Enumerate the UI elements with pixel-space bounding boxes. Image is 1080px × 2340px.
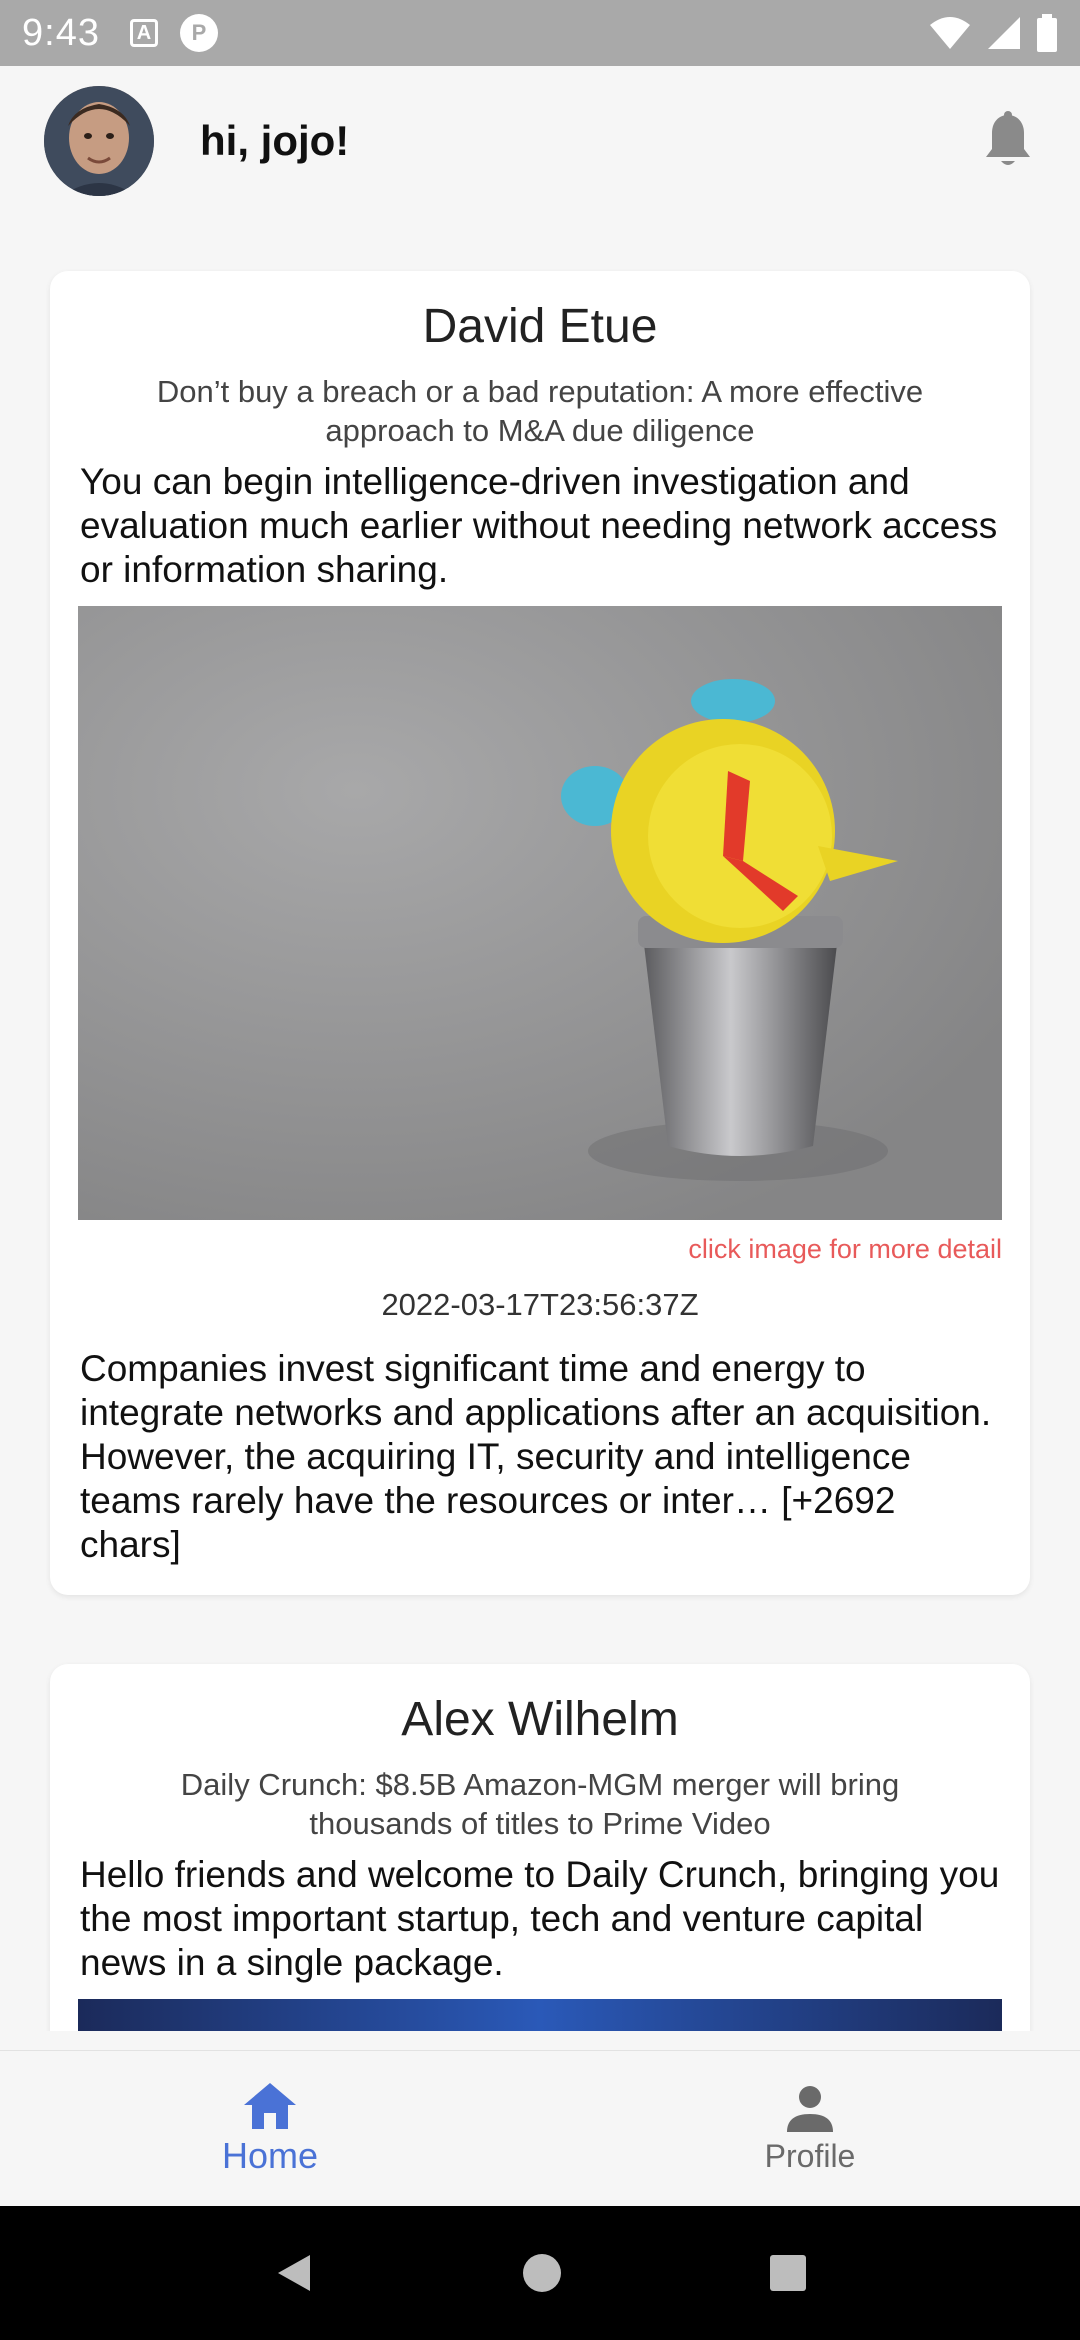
status-bar: 9:43 A P <box>0 0 1080 66</box>
person-icon <box>787 2085 833 2132</box>
battery-icon <box>1037 14 1057 52</box>
signal-icon <box>988 17 1020 49</box>
avatar-face <box>44 86 154 196</box>
article-description: You can begin intelligence-driven invest… <box>80 461 998 590</box>
article-title: Don’t buy a breach or a bad reputation: … <box>156 374 924 448</box>
article-card[interactable]: Alex Wilhelm Daily Crunch: $8.5B Amazon-… <box>50 1664 1030 2031</box>
article-image[interactable] <box>78 606 1002 1220</box>
greeting-text: hi, jojo! <box>200 117 350 164</box>
article-author: David Etue <box>422 300 658 353</box>
article-author: Alex Wilhelm <box>401 1693 679 1746</box>
tab-profile-label: Profile <box>764 2137 856 2174</box>
article-description: Hello friends and welcome to Daily Crunc… <box>80 1854 1000 1983</box>
clock-trash-illustration <box>78 606 1002 1220</box>
news-feed[interactable]: David Etue Don’t buy a breach or a bad r… <box>0 216 1080 2031</box>
app-header: hi, jojo! <box>0 66 1080 216</box>
article-image[interactable] <box>78 1999 1002 2031</box>
article-date: 2022-03-17T23:56:37Z <box>381 1287 699 1322</box>
bell-icon[interactable] <box>980 111 1036 171</box>
home-circle-icon[interactable] <box>521 2252 563 2294</box>
status-time: 9:43 <box>22 11 100 54</box>
status-system-icons <box>928 14 1058 52</box>
bottom-navigation: Home Profile <box>0 2050 1080 2206</box>
tab-home-label: Home <box>221 2135 319 2176</box>
recents-icon[interactable] <box>768 2253 808 2293</box>
wifi-icon <box>930 17 970 49</box>
article-content: Companies invest significant time and en… <box>80 1348 992 1565</box>
home-icon <box>244 2083 296 2129</box>
status-notification-icons: A P <box>129 14 218 52</box>
p-circle-icon: P <box>179 14 218 52</box>
tab-home[interactable]: Home <box>0 2051 540 2207</box>
article-card[interactable]: David Etue Don’t buy a breach or a bad r… <box>50 271 1030 1595</box>
back-icon[interactable] <box>272 2251 316 2295</box>
tab-profile[interactable]: Profile <box>540 2051 1080 2207</box>
image-click-hint: click image for more detail <box>688 1234 1002 1264</box>
text-a-icon: A <box>129 19 158 47</box>
article-title: Daily Crunch: $8.5B Amazon-MGM merger wi… <box>180 1767 900 1841</box>
system-navigation-bar <box>0 2206 1080 2340</box>
avatar[interactable] <box>44 86 154 196</box>
